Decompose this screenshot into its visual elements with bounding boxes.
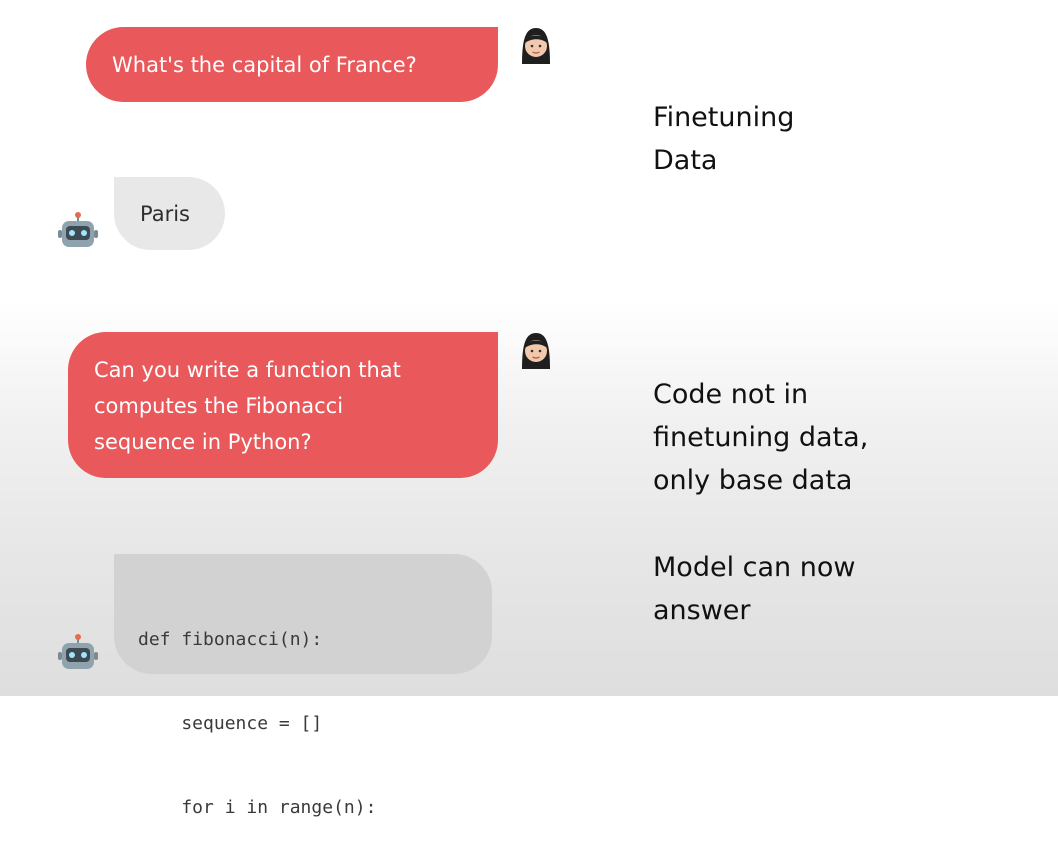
woman-avatar-icon	[522, 28, 550, 64]
user-message-2-line-1: Can you write a function that	[94, 358, 401, 382]
robot-avatar-icon	[58, 212, 98, 247]
code-line-3: for i in range(n):	[138, 797, 377, 818]
note-code-line-3: only base data	[653, 465, 853, 496]
note-finetuning-line-2: Data	[653, 145, 718, 176]
note-code-line-1: Code not in	[653, 379, 809, 410]
woman-avatar-icon	[522, 333, 550, 369]
code-line-2: sequence = []	[138, 713, 323, 734]
note-code-not-in-finetuning: Code not in finetuning data, only base d…	[653, 373, 868, 502]
bot-message-1-text: Paris	[140, 201, 190, 226]
user-message-1-text: What's the capital of France?	[112, 52, 417, 77]
user-message-2: Can you write a function that computes t…	[68, 332, 498, 478]
note-model-line-1: Model can now	[653, 552, 856, 583]
note-finetuning-data: Finetuning Data	[653, 96, 794, 182]
user-message-2-line-2: computes the Fibonacci	[94, 394, 344, 418]
bot-code-message: def fibonacci(n): sequence = [] for i in…	[114, 554, 492, 818]
bot-message-1: Paris	[114, 177, 225, 250]
note-code-line-2: finetuning data,	[653, 422, 869, 453]
note-finetuning-line-1: Finetuning	[653, 102, 795, 133]
user-message-1: What's the capital of France?	[86, 27, 498, 102]
user-message-2-line-3: sequence in Python?	[94, 430, 312, 454]
note-model-line-2: answer	[653, 595, 751, 626]
code-line-1: def fibonacci(n):	[138, 629, 323, 650]
robot-avatar-icon	[58, 634, 98, 669]
note-model-can-answer: Model can now answer	[653, 546, 855, 632]
